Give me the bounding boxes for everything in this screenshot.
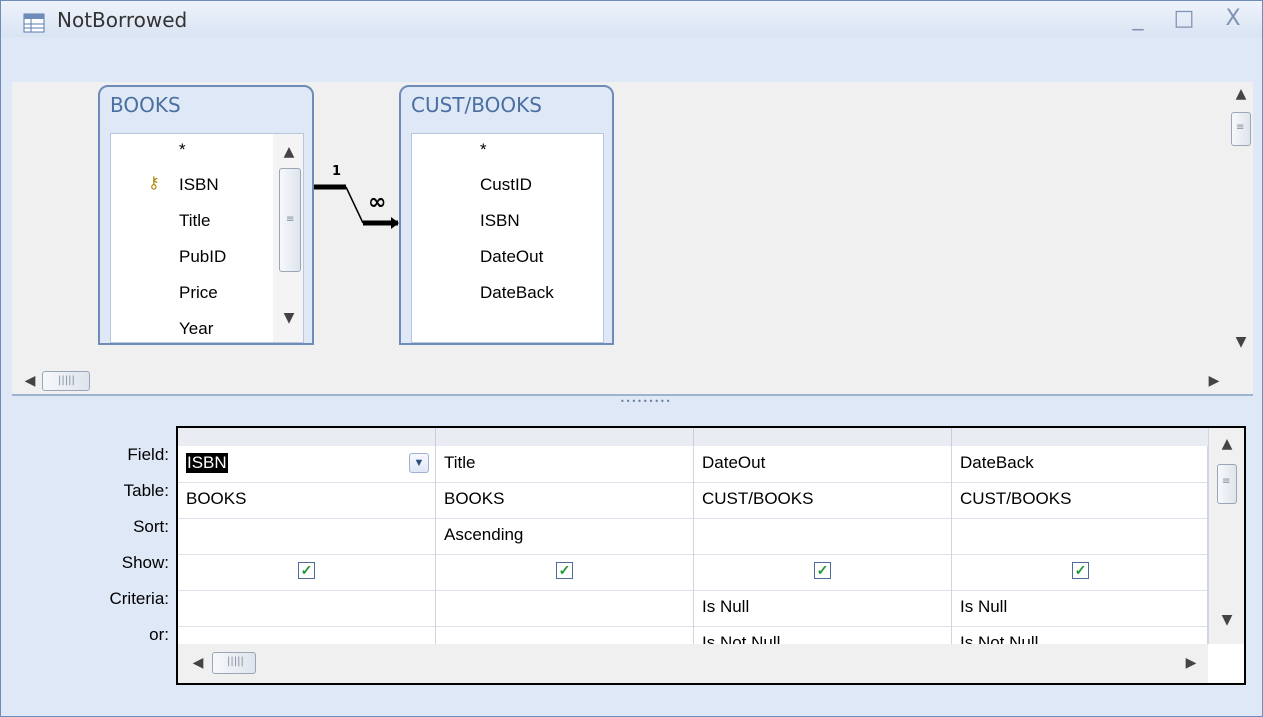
custbooks-field-dateback[interactable]: DateBack — [480, 283, 554, 303]
column-selector[interactable] — [178, 428, 436, 446]
sort-cell[interactable] — [952, 518, 1207, 554]
scroll-grip-icon: ||||| — [227, 656, 244, 667]
checkmark-icon[interactable]: ✓ — [814, 562, 831, 579]
books-field-list[interactable]: * ⚷ ISBN Title PubID Price Year ▲ ≡ ▼ — [110, 133, 304, 343]
table-cell[interactable]: BOOKS — [178, 482, 435, 518]
books-field-isbn[interactable]: ISBN — [179, 175, 219, 195]
scroll-up-arrow-icon[interactable]: ▲ — [1217, 436, 1237, 452]
books-table-title: BOOKS — [110, 93, 181, 117]
relationship-one-label: 1 — [332, 164, 342, 179]
books-list-scrollbar[interactable]: ▲ ≡ ▼ — [273, 134, 303, 342]
books-field-title[interactable]: Title — [179, 211, 211, 231]
title-bar[interactable]: NotBorrowed _ □ X — [1, 1, 1262, 37]
column-selector[interactable] — [952, 428, 1210, 446]
grid-horizontal-scrollbar[interactable]: ◀ ||||| ▶ — [178, 644, 1208, 683]
checkmark-icon[interactable]: ✓ — [1072, 562, 1089, 579]
criteria-cell[interactable]: Is Null — [952, 590, 1207, 626]
field-cell[interactable]: DateBack — [952, 446, 1207, 482]
field-cell[interactable]: Title — [436, 446, 693, 482]
row-label-field: Field: — [127, 445, 169, 464]
table-cell[interactable]: BOOKS — [436, 482, 693, 518]
show-cell[interactable]: ✓ — [436, 554, 693, 590]
custbooks-field-dateout[interactable]: DateOut — [480, 247, 543, 267]
field-cell[interactable]: DateOut — [694, 446, 951, 482]
sort-cell[interactable]: Ascending — [436, 518, 693, 554]
custbooks-field-list[interactable]: * CustID ISBN DateOut DateBack — [411, 133, 604, 343]
scroll-grip-icon: ≡ — [1236, 122, 1245, 133]
criteria-cell[interactable]: Is Null — [694, 590, 951, 626]
column-selector[interactable] — [694, 428, 952, 446]
scroll-right-arrow-icon[interactable]: ▶ — [1181, 655, 1201, 671]
scroll-down-arrow-icon[interactable]: ▼ — [1231, 334, 1251, 350]
custbooks-field-star[interactable]: * — [480, 140, 487, 160]
scroll-right-arrow-icon[interactable]: ▶ — [1204, 373, 1224, 389]
criteria-cell[interactable] — [436, 590, 693, 626]
column-selector[interactable] — [436, 428, 694, 446]
books-field-star[interactable]: * — [179, 140, 186, 160]
custbooks-field-isbn[interactable]: ISBN — [480, 211, 520, 231]
custbooks-table-box[interactable]: CUST/BOOKS * CustID ISBN DateOut DateBac… — [399, 85, 614, 345]
custbooks-field-custid[interactable]: CustID — [480, 175, 532, 195]
scroll-left-arrow-icon[interactable]: ◀ — [20, 373, 40, 389]
primary-key-icon: ⚷ — [148, 173, 160, 192]
field-cell[interactable]: ISBN ▼ — [178, 446, 435, 482]
show-cell[interactable]: ✓ — [952, 554, 1207, 590]
qbe-column-dateback[interactable]: DateBack CUST/BOOKS ✓ Is Null Is Not Nul… — [952, 446, 1208, 652]
custbooks-table-title: CUST/BOOKS — [411, 93, 542, 117]
pane-splitter[interactable]: ••••••••• — [12, 394, 1253, 410]
relationship-many-label: ∞ — [368, 190, 387, 215]
splitter-grip-icon: ••••••••• — [620, 397, 672, 406]
qbe-column-isbn[interactable]: ISBN ▼ BOOKS ✓ — [178, 446, 436, 644]
minimize-button[interactable]: _ — [1123, 6, 1153, 32]
row-label-criteria: Criteria: — [109, 589, 169, 608]
checkmark-icon[interactable]: ✓ — [298, 562, 315, 579]
row-label-or: or: — [149, 625, 169, 644]
chevron-down-icon[interactable]: ▼ — [409, 453, 429, 473]
scroll-left-arrow-icon[interactable]: ◀ — [188, 655, 208, 671]
scroll-grip-icon: ≡ — [286, 214, 295, 225]
checkmark-icon[interactable]: ✓ — [556, 562, 573, 579]
show-cell[interactable]: ✓ — [178, 554, 435, 590]
design-pane-vertical-scrollbar[interactable]: ▲ ≡ ▼ — [1229, 82, 1253, 368]
books-table-box[interactable]: BOOKS * ⚷ ISBN Title PubID Price Year ▲ … — [98, 85, 314, 345]
qbe-design-grid[interactable]: ISBN ▼ BOOKS ✓ Title BOOKS Ascending ✓ D… — [176, 426, 1246, 685]
table-cell[interactable]: CUST/BOOKS — [694, 482, 951, 518]
query-design-window: NotBorrowed _ □ X BOOKS * ⚷ ISBN Title P… — [0, 0, 1263, 717]
scroll-down-arrow-icon[interactable]: ▼ — [1217, 612, 1237, 628]
maximize-button[interactable]: □ — [1169, 6, 1199, 32]
table-cell[interactable]: CUST/BOOKS — [952, 482, 1207, 518]
books-field-price[interactable]: Price — [179, 283, 218, 303]
row-label-show: Show: — [121, 553, 169, 572]
criteria-cell[interactable] — [178, 590, 435, 626]
scroll-down-arrow-icon[interactable]: ▼ — [279, 310, 299, 326]
grid-vertical-scrollbar[interactable]: ▲ ≡ ▼ — [1208, 428, 1244, 644]
qbe-column-title[interactable]: Title BOOKS Ascending ✓ — [436, 446, 694, 644]
column-selector-bar[interactable] — [178, 428, 1210, 446]
qbe-column-dateout[interactable]: DateOut CUST/BOOKS ✓ Is Null Is Not Null — [694, 446, 952, 652]
scroll-up-arrow-icon[interactable]: ▲ — [1231, 86, 1251, 102]
books-field-year[interactable]: Year — [179, 319, 213, 339]
field-value[interactable]: ISBN — [186, 453, 228, 473]
query-design-icon — [23, 13, 45, 33]
design-pane-horizontal-scrollbar[interactable]: ◀ ||||| ▶ — [12, 368, 1253, 394]
row-label-sort: Sort: — [133, 517, 169, 536]
window-title: NotBorrowed — [57, 8, 188, 32]
close-button[interactable]: X — [1218, 6, 1248, 32]
books-field-pubid[interactable]: PubID — [179, 247, 226, 267]
show-cell[interactable]: ✓ — [694, 554, 951, 590]
row-label-table: Table: — [123, 481, 169, 500]
scroll-up-arrow-icon[interactable]: ▲ — [279, 144, 299, 160]
scroll-grip-icon: ||||| — [58, 375, 75, 386]
scroll-grip-icon: ≡ — [1222, 476, 1231, 487]
sort-cell[interactable] — [178, 518, 435, 554]
sort-cell[interactable] — [694, 518, 951, 554]
